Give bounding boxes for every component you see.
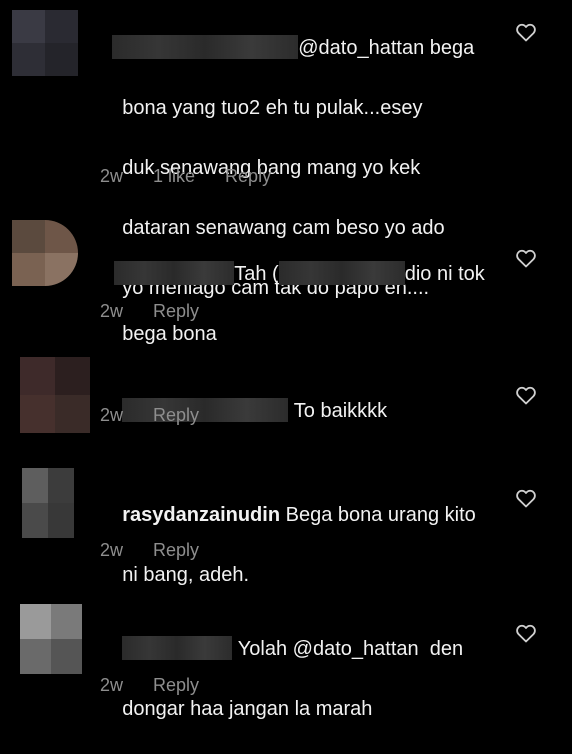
comment-time: 2w: [100, 166, 124, 186]
blurred-username[interactable]: [112, 35, 299, 59]
comment-time: 2w: [100, 675, 124, 695]
avatar-pixel: [45, 253, 78, 286]
heart-outline-icon[interactable]: [514, 246, 538, 270]
comment-text-fragment: dio ni tok: [404, 263, 485, 285]
comment-username[interactable]: rasydanzainudin: [122, 504, 280, 526]
avatar-pixel: [45, 43, 78, 76]
comment-text-fragment: Tah (: [234, 263, 279, 285]
comment-meta: 2w Reply: [100, 405, 229, 426]
blurred-username[interactable]: [122, 636, 233, 660]
avatar-pixel: [48, 503, 74, 538]
avatar-pixel: [20, 639, 51, 674]
comment-time: 2w: [100, 301, 124, 321]
avatar[interactable]: [12, 220, 78, 286]
comment-line: bega bona: [122, 323, 217, 345]
avatar-pixel: [22, 468, 48, 503]
comment-time: 2w: [100, 540, 124, 560]
comment-text-fragment: To baikkkk: [293, 400, 388, 422]
avatar-pixel: [45, 10, 78, 43]
comment-text-fragment: bega: [424, 37, 475, 59]
blurred-username[interactable]: [114, 261, 235, 285]
comment-line: dongar haa jangan la marah: [122, 698, 373, 720]
avatar[interactable]: [12, 10, 78, 76]
avatar[interactable]: [20, 604, 82, 674]
comment-meta: 2w 1 like Reply: [100, 166, 301, 187]
avatar[interactable]: [22, 468, 74, 538]
comment-line: ni bang, adeh.: [122, 564, 250, 586]
mention-link[interactable]: @dato_hattan: [298, 37, 424, 59]
avatar[interactable]: [20, 357, 90, 433]
heart-outline-icon[interactable]: [514, 383, 538, 407]
avatar-pixel: [51, 639, 82, 674]
heart-outline-icon[interactable]: [514, 621, 538, 645]
avatar-pixel: [12, 253, 45, 286]
like-count[interactable]: 1 like: [153, 166, 195, 186]
avatar-pixel: [20, 395, 55, 433]
avatar-pixel: [22, 503, 48, 538]
blurred-mention[interactable]: [278, 261, 405, 285]
reply-button[interactable]: Reply: [153, 675, 199, 695]
comment-text-fragment: Bega bona urang kito: [285, 504, 476, 526]
comment-time: 2w: [100, 405, 124, 425]
comment-line: bona yang tuo2 eh tu pulak...esey: [122, 97, 423, 119]
comment-meta: 2w Reply: [100, 540, 229, 561]
avatar-pixel: [12, 220, 45, 253]
avatar-pixel: [12, 43, 45, 76]
reply-button[interactable]: Reply: [225, 166, 271, 186]
avatar-pixel: [55, 395, 90, 433]
avatar-pixel: [12, 10, 45, 43]
avatar-pixel: [55, 357, 90, 395]
comment-text-fragment: Yolah @dato_hattan den: [237, 638, 464, 660]
heart-outline-icon[interactable]: [514, 20, 538, 44]
avatar-pixel: [48, 468, 74, 503]
reply-button[interactable]: Reply: [153, 405, 199, 425]
avatar-pixel: [51, 604, 82, 639]
heart-outline-icon[interactable]: [514, 486, 538, 510]
reply-button[interactable]: Reply: [153, 540, 199, 560]
reply-button[interactable]: Reply: [153, 301, 199, 321]
avatar-pixel: [45, 220, 78, 253]
comment-meta: 2w Reply: [100, 301, 229, 322]
avatar-pixel: [20, 604, 51, 639]
avatar-pixel: [20, 357, 55, 395]
comment-meta: 2w Reply: [100, 675, 229, 696]
